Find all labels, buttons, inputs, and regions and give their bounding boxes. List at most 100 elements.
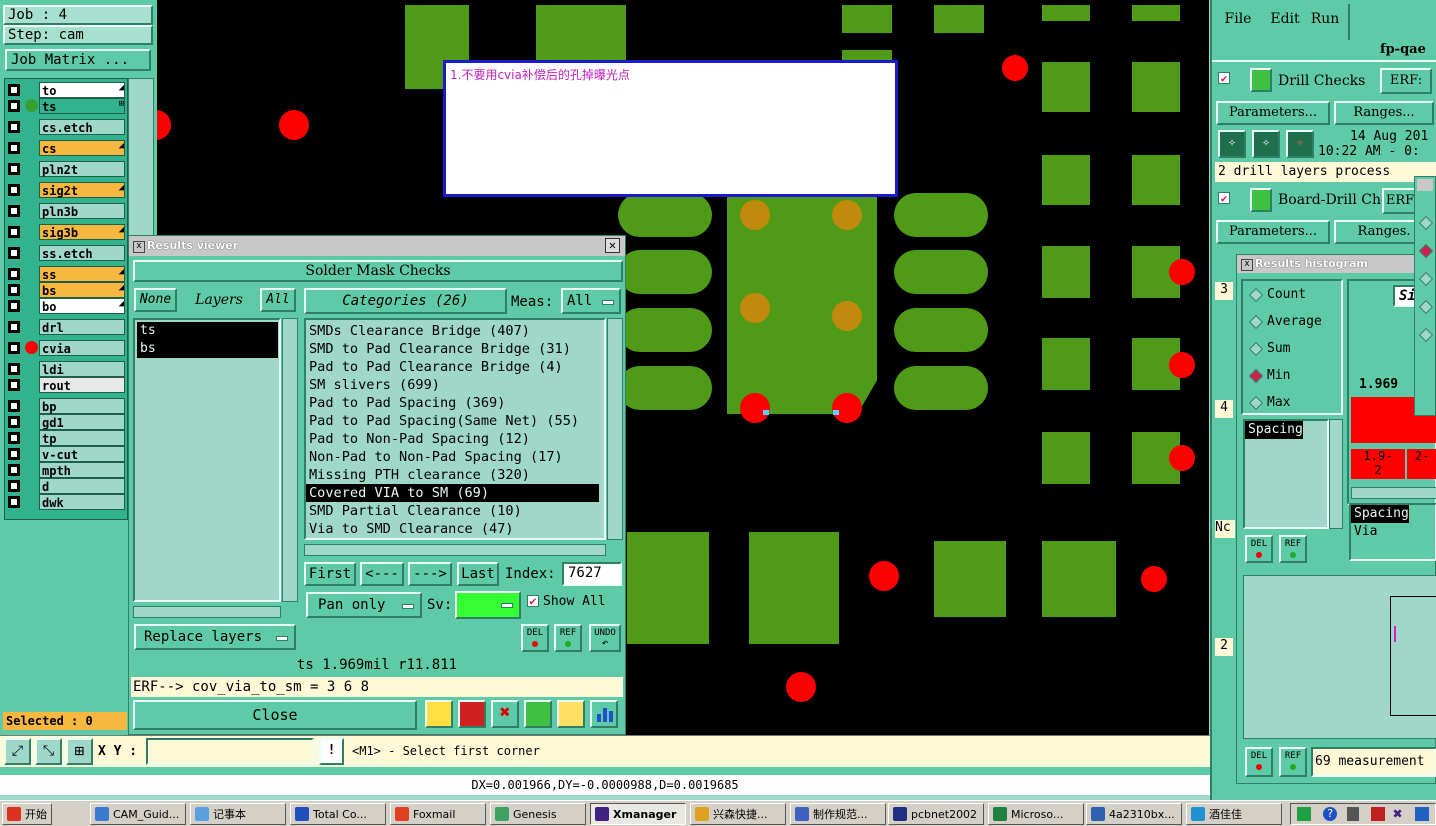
layer-checkbox[interactable] xyxy=(8,142,20,154)
layer-row-cs-etch[interactable]: cs.etch xyxy=(6,119,126,135)
prev-button[interactable]: <--- xyxy=(360,562,404,586)
measure-icon[interactable]: ⤡ xyxy=(35,738,62,765)
run-icon-1[interactable]: ✧ xyxy=(1218,130,1246,158)
layer-row-gd1[interactable]: gd1 xyxy=(6,414,126,430)
category-list[interactable]: SMDs Clearance Bridge (407) SMD to Pad Cl… xyxy=(304,318,606,540)
category-item[interactable]: SMD to Pad Clearance Bridge (31) xyxy=(306,340,604,358)
list-item[interactable]: Via xyxy=(1351,523,1435,541)
taskbar-item[interactable]: Xmanager xyxy=(590,803,686,825)
category-item[interactable]: SMDs Clearance Bridge (407) xyxy=(306,322,604,340)
layer-row-mpth[interactable]: mpth xyxy=(6,462,126,478)
layer-checkbox[interactable] xyxy=(8,464,20,476)
zoom-corner-icon[interactable]: ⤢ xyxy=(4,738,31,765)
pan-only-dropdown[interactable]: Pan only xyxy=(306,592,422,618)
del-button[interactable]: DEL xyxy=(521,624,549,652)
meas-dropdown[interactable]: All xyxy=(561,288,621,314)
taskbar-item[interactable]: 4a2310bx... xyxy=(1086,803,1182,825)
drill-checks-checkbox[interactable]: ✔ xyxy=(1218,72,1230,84)
network-tray-icon[interactable] xyxy=(1415,807,1429,821)
erf-button[interactable]: ERF: xyxy=(1380,68,1432,94)
layer-row-to[interactable]: to ◢ xyxy=(6,82,126,98)
hist-ref-button[interactable]: REF xyxy=(1279,535,1307,563)
category-item[interactable]: Missing PTH clearance (320) xyxy=(306,466,604,484)
layer-checkbox[interactable] xyxy=(8,480,20,492)
taskbar-item[interactable]: 制作规范... xyxy=(790,803,886,825)
report-tool-icon[interactable] xyxy=(557,700,585,728)
all-layers-button[interactable]: All xyxy=(260,288,296,312)
histogram-field-vscroll[interactable] xyxy=(1329,419,1343,529)
results-layer-item[interactable]: ts xyxy=(137,322,278,340)
highlight-tool-icon[interactable] xyxy=(425,700,453,728)
none-button[interactable]: None xyxy=(134,288,177,312)
side-radio[interactable] xyxy=(1419,241,1436,261)
taskbar-item[interactable]: CAM_Guid... xyxy=(90,803,186,825)
side-radio[interactable] xyxy=(1419,213,1436,233)
layer-row-ts[interactable]: ts ⊞ xyxy=(6,98,126,114)
hist-option-sum[interactable]: Sum xyxy=(1249,339,1339,359)
layer-list-hscroll[interactable] xyxy=(133,606,281,618)
board-drill-checkbox[interactable]: ✔ xyxy=(1218,192,1230,204)
first-button[interactable]: First xyxy=(304,562,356,586)
layer-row-ldi[interactable]: ldi xyxy=(6,361,126,377)
job-matrix-button[interactable]: Job Matrix ... xyxy=(5,49,151,71)
category-item[interactable]: Pad to Pad Clearance Bridge (4) xyxy=(306,358,604,376)
zoom-tool-icon[interactable] xyxy=(458,700,486,728)
layer-list-vscroll[interactable] xyxy=(282,318,298,602)
histogram-titlebar[interactable]: x Results histogram xyxy=(1237,255,1436,273)
run-icon-2[interactable]: ✧ xyxy=(1252,130,1280,158)
layer-row-pln3b[interactable]: pln3b xyxy=(6,203,126,219)
histogram-tool-icon[interactable] xyxy=(590,700,618,728)
taskbar-item[interactable]: Total Co... xyxy=(290,803,386,825)
layer-checkbox[interactable] xyxy=(8,247,20,259)
layer-row-sig3b[interactable]: sig3b ◢ xyxy=(6,224,126,240)
layer-checkbox[interactable] xyxy=(8,300,20,312)
list-item[interactable]: Spacing xyxy=(1245,421,1303,439)
taskbar-item[interactable]: Microso... xyxy=(988,803,1084,825)
index-input[interactable]: 7627 xyxy=(562,562,622,586)
category-item[interactable]: Pad to Pad Spacing (369) xyxy=(306,394,604,412)
parameters-button[interactable]: Parameters... xyxy=(1216,101,1330,125)
taskbar-item[interactable]: Foxmail xyxy=(390,803,486,825)
layer-checkbox[interactable] xyxy=(8,416,20,428)
layer-row-sig2t[interactable]: sig2t ◢ xyxy=(6,182,126,198)
side-radio[interactable] xyxy=(1419,297,1436,317)
step-tool-icon[interactable] xyxy=(524,700,552,728)
category-item[interactable]: Pad to Non-Pad Spacing (12) xyxy=(306,430,604,448)
layer-checkbox[interactable] xyxy=(8,268,20,280)
layer-row-drl[interactable]: drl xyxy=(6,319,126,335)
layer-checkbox[interactable] xyxy=(8,400,20,412)
hist-option-average[interactable]: Average xyxy=(1249,312,1339,332)
help-icon[interactable]: ? xyxy=(1323,807,1337,821)
start-button[interactable]: 开始 xyxy=(2,803,52,825)
layer-row-cvia[interactable]: cvia xyxy=(6,340,126,356)
hist-del-button-2[interactable]: DEL xyxy=(1245,747,1273,777)
grid-icon[interactable]: ⊞ xyxy=(66,738,93,765)
xmanager-tray-icon[interactable]: ✖ xyxy=(1393,804,1403,823)
hist-option-count[interactable]: Count xyxy=(1249,285,1339,305)
hist-option-min[interactable]: Min xyxy=(1249,366,1339,386)
side-radio[interactable] xyxy=(1419,325,1436,345)
side-radio[interactable] xyxy=(1419,269,1436,289)
layer-row-tp[interactable]: tp xyxy=(6,430,126,446)
show-all-checkbox[interactable]: ✔ xyxy=(527,595,539,607)
volume-icon[interactable] xyxy=(1347,807,1359,821)
layer-checkbox[interactable] xyxy=(8,448,20,460)
layer-checkbox[interactable] xyxy=(8,226,20,238)
layer-row-bo[interactable]: bo ◢ xyxy=(6,298,126,314)
layer-checkbox[interactable] xyxy=(8,432,20,444)
menu-run[interactable]: Run xyxy=(1304,6,1346,36)
layer-checkbox[interactable] xyxy=(8,163,20,175)
layer-row-pln2t[interactable]: pln2t xyxy=(6,161,126,177)
ranges-button[interactable]: Ranges... xyxy=(1334,101,1434,125)
layer-list-box[interactable]: ts bs xyxy=(133,318,281,602)
category-hscroll[interactable] xyxy=(304,544,606,556)
layer-checkbox[interactable] xyxy=(8,184,20,196)
results-layer-item[interactable]: bs xyxy=(137,340,278,358)
erf-button-2[interactable]: ERF xyxy=(1382,188,1418,214)
layer-checkbox[interactable] xyxy=(8,284,20,296)
last-button[interactable]: Last xyxy=(457,562,499,586)
taskbar-item[interactable]: Genesis xyxy=(490,803,586,825)
layer-checkbox[interactable] xyxy=(8,205,20,217)
parameters-button-2[interactable]: Parameters... xyxy=(1216,220,1330,244)
alert-icon[interactable]: ! xyxy=(319,738,344,765)
